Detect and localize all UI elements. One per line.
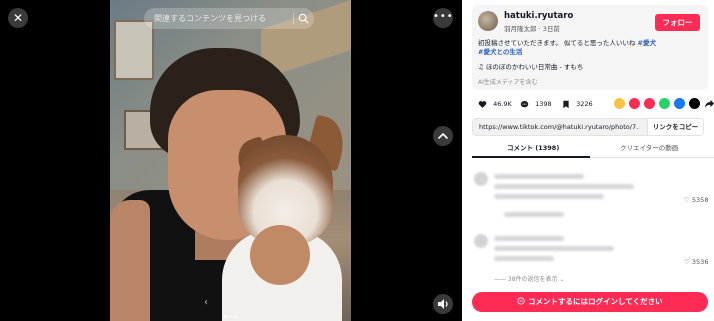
facebook-share-icon[interactable] [674, 98, 685, 109]
ai-generated-label: AI生成メディアを含む [478, 79, 538, 86]
embed-share-icon[interactable] [614, 98, 625, 109]
tiktok-photo-viewer: ✕ ••• ‹ hatuki.ryutaro [0, 0, 714, 321]
comment-button[interactable]: 1398 [520, 98, 552, 110]
search-icon[interactable] [298, 13, 309, 24]
comment-avatar[interactable] [474, 234, 488, 248]
comment-icon [520, 100, 529, 107]
prev-photo-icon[interactable]: ‹ [204, 297, 208, 308]
photo-pagination [224, 303, 239, 321]
engagement-stats: 46.9K 1398 3226 [478, 98, 714, 112]
tab-creator-videos[interactable]: クリエイターの動画 [620, 142, 678, 154]
hashtag-link[interactable]: #愛犬 [638, 39, 656, 47]
bookmark-icon [563, 100, 569, 108]
save-count: 3226 [576, 100, 593, 108]
post-info-card: hatuki.ryutaro 羽月隆太郎 · 3日前 フォロー 初投稿させていた… [472, 5, 708, 90]
login-to-comment-button[interactable]: コメントするにはログインしてください [472, 292, 708, 312]
tab-comments[interactable]: コメント (1398) [507, 142, 559, 154]
search-input[interactable] [154, 8, 294, 29]
heart-icon [478, 100, 487, 108]
close-icon[interactable]: ✕ [8, 8, 28, 28]
comment-list: ♡ 5358 ♡ 3536 —— 38件の返信を表示 ⌄ [472, 166, 714, 286]
author-meta: 羽月隆太郎 · 3日前 [504, 25, 560, 33]
comment-bubble-icon [517, 297, 526, 305]
post-caption: 初投稿させていただきます。 似てると思った人いいね #愛犬 #愛犬との生活 [478, 39, 704, 57]
repost-share-icon[interactable] [629, 98, 640, 109]
post-photo[interactable] [110, 0, 351, 321]
share-link-text[interactable]: https://www.tiktok.com/@hatuki.ryutaro/p… [479, 119, 639, 135]
comment-avatar[interactable] [474, 172, 488, 186]
comment-count: 1398 [535, 100, 552, 108]
like-button[interactable]: 46.9K [478, 98, 512, 110]
music-link[interactable]: ♫ ほのぼのかわいい日常曲 - すもち [478, 61, 583, 71]
caption-text: 初投稿させていただきます。 似てると思った人いいね [478, 39, 636, 47]
share-link-box: https://www.tiktok.com/@hatuki.ryutaro/p… [472, 118, 704, 136]
comment-like[interactable]: ♡ 3536 [684, 258, 708, 266]
author-username[interactable]: hatuki.ryutaro [504, 11, 573, 21]
avatar[interactable] [478, 11, 498, 31]
search-bar[interactable] [144, 8, 314, 29]
more-icon[interactable]: ••• [433, 8, 453, 28]
like-count: 46.9K [493, 100, 512, 108]
save-button[interactable]: 3226 [562, 98, 593, 110]
volume-icon[interactable] [433, 294, 453, 314]
x-share-icon[interactable] [689, 98, 700, 109]
view-replies-button[interactable]: —— 38件の返信を表示 ⌄ [494, 274, 565, 283]
send-share-icon[interactable] [644, 98, 655, 109]
media-area: ✕ ••• ‹ [0, 0, 462, 321]
hashtag-link[interactable]: #愛犬との生活 [478, 48, 522, 56]
chevron-up-icon[interactable] [433, 126, 453, 146]
follow-button[interactable]: フォロー [655, 14, 700, 31]
login-label: コメントするにはログインしてください [528, 297, 663, 306]
copy-link-button[interactable]: リンクをコピー [647, 119, 703, 135]
panel-tabs: コメント (1398) クリエイターの動画 [472, 142, 714, 158]
share-arrow-icon[interactable] [704, 98, 714, 109]
detail-panel: hatuki.ryutaro 羽月隆太郎 · 3日前 フォロー 初投稿させていた… [462, 0, 714, 321]
whatsapp-share-icon[interactable] [659, 98, 670, 109]
comment-like[interactable]: ♡ 5358 [684, 196, 708, 204]
